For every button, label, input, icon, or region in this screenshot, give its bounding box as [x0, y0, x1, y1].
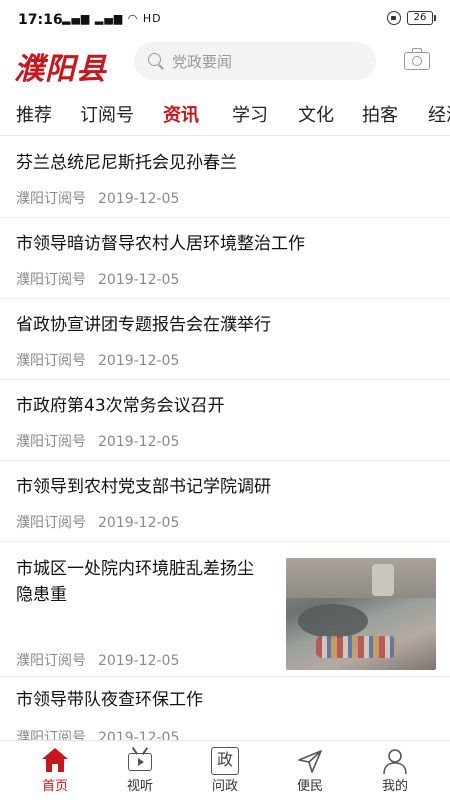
- news-source: 濮阳订阅号: [16, 191, 86, 207]
- nav-bianmin[interactable]: 便民: [265, 741, 355, 800]
- news-date: 2019-12-05: [98, 434, 180, 450]
- news-date: 2019-12-05: [98, 653, 180, 669]
- news-item[interactable]: 市领导到农村党支部书记学院调研 濮阳订阅号 2019-12-05: [0, 461, 450, 542]
- news-date: 2019-12-05: [98, 191, 180, 207]
- search-icon: [148, 53, 164, 69]
- nav-label: 我的: [381, 779, 408, 794]
- app-header: 濮阳县 党政要闻: [0, 40, 450, 92]
- tab-news[interactable]: 资讯: [163, 101, 199, 127]
- home-icon: [41, 747, 69, 775]
- lock-icon: [387, 11, 401, 25]
- news-source: 濮阳订阅号: [16, 272, 86, 288]
- news-source: 濮阳订阅号: [16, 434, 86, 450]
- nav-mine[interactable]: 我的: [350, 741, 440, 800]
- news-title: 省政协宣讲团专题报告会在濮举行: [16, 315, 271, 335]
- news-meta: 濮阳订阅号 2019-12-05: [16, 188, 179, 208]
- politics-icon: 政: [211, 747, 239, 775]
- nav-label: 问政: [211, 779, 238, 794]
- nav-home[interactable]: 首页: [10, 741, 100, 800]
- tv-icon: [126, 747, 154, 775]
- nav-label: 视听: [126, 779, 153, 794]
- bottom-nav: 首页 视听 政 问政 便民 我的: [0, 740, 450, 800]
- tab-subscriptions[interactable]: 订阅号: [80, 101, 134, 127]
- news-meta: 濮阳订阅号 2019-12-05: [16, 650, 179, 670]
- tab-recommend[interactable]: 推荐: [16, 101, 52, 127]
- news-item[interactable]: 市领导带队夜查环保工作 濮阳订阅号 2019-12-05: [0, 677, 450, 747]
- send-icon: [296, 747, 324, 775]
- nav-video[interactable]: 视听: [95, 741, 185, 800]
- tab-culture[interactable]: 文化: [298, 101, 334, 127]
- news-meta: 濮阳订阅号 2019-12-05: [16, 269, 179, 289]
- news-date: 2019-12-05: [98, 515, 180, 531]
- tab-study[interactable]: 学习: [232, 101, 268, 127]
- battery-level: 26: [407, 11, 433, 25]
- news-title: 市领导到农村党支部书记学院调研: [16, 477, 271, 497]
- search-input[interactable]: 党政要闻: [134, 42, 376, 80]
- camera-button[interactable]: [404, 48, 430, 70]
- news-title: 市政府第43次常务会议召开: [16, 396, 225, 416]
- news-source: 濮阳订阅号: [16, 353, 86, 369]
- nav-wenzheng[interactable]: 政 问政: [180, 741, 270, 800]
- news-title: 市城区一处院内环境脏乱差扬尘 隐患重: [16, 556, 254, 608]
- news-title: 市领导带队夜查环保工作: [16, 690, 203, 710]
- news-thumbnail[interactable]: [286, 558, 436, 670]
- status-bar: 17:16 ▂▄▆ ▂▄▆ ◠ HD 26: [0, 0, 450, 40]
- battery-icon: 26: [407, 11, 436, 25]
- news-source: 濮阳订阅号: [16, 653, 86, 669]
- news-title: 芬兰总统尼尼斯托会见孙春兰: [16, 153, 237, 173]
- news-source: 濮阳订阅号: [16, 515, 86, 531]
- news-item-with-image[interactable]: 市城区一处院内环境脏乱差扬尘 隐患重 濮阳订阅号 2019-12-05: [0, 542, 450, 677]
- tab-economy[interactable]: 经济: [428, 101, 450, 127]
- news-item[interactable]: 芬兰总统尼尼斯托会见孙春兰 濮阳订阅号 2019-12-05: [0, 137, 450, 218]
- signal-wifi-icons: ▂▄▆ ▂▄▆ ◠ HD: [62, 12, 162, 25]
- status-time: 17:16: [18, 12, 63, 28]
- user-icon: [381, 747, 409, 775]
- news-meta: 濮阳订阅号 2019-12-05: [16, 512, 179, 532]
- news-item[interactable]: 市政府第43次常务会议召开 濮阳订阅号 2019-12-05: [0, 380, 450, 461]
- news-title-line: 市城区一处院内环境脏乱差扬尘: [16, 559, 254, 579]
- news-item[interactable]: 省政协宣讲团专题报告会在濮举行 濮阳订阅号 2019-12-05: [0, 299, 450, 380]
- news-meta: 濮阳订阅号 2019-12-05: [16, 350, 179, 370]
- news-meta: 濮阳订阅号 2019-12-05: [16, 431, 179, 451]
- news-title-line: 隐患重: [16, 585, 67, 605]
- nav-label: 首页: [41, 779, 68, 794]
- status-right: 26: [387, 11, 436, 25]
- news-item[interactable]: 市领导暗访督导农村人居环境整治工作 濮阳订阅号 2019-12-05: [0, 218, 450, 299]
- news-title: 市领导暗访督导农村人居环境整治工作: [16, 234, 305, 254]
- news-date: 2019-12-05: [98, 272, 180, 288]
- app-logo: 濮阳县: [14, 52, 107, 87]
- search-placeholder: 党政要闻: [172, 52, 233, 71]
- tab-paike[interactable]: 拍客: [362, 101, 398, 127]
- category-tabs: 推荐 订阅号 资讯 学习 文化 拍客 经济: [0, 92, 450, 136]
- news-date: 2019-12-05: [98, 353, 180, 369]
- nav-label: 便民: [296, 779, 323, 794]
